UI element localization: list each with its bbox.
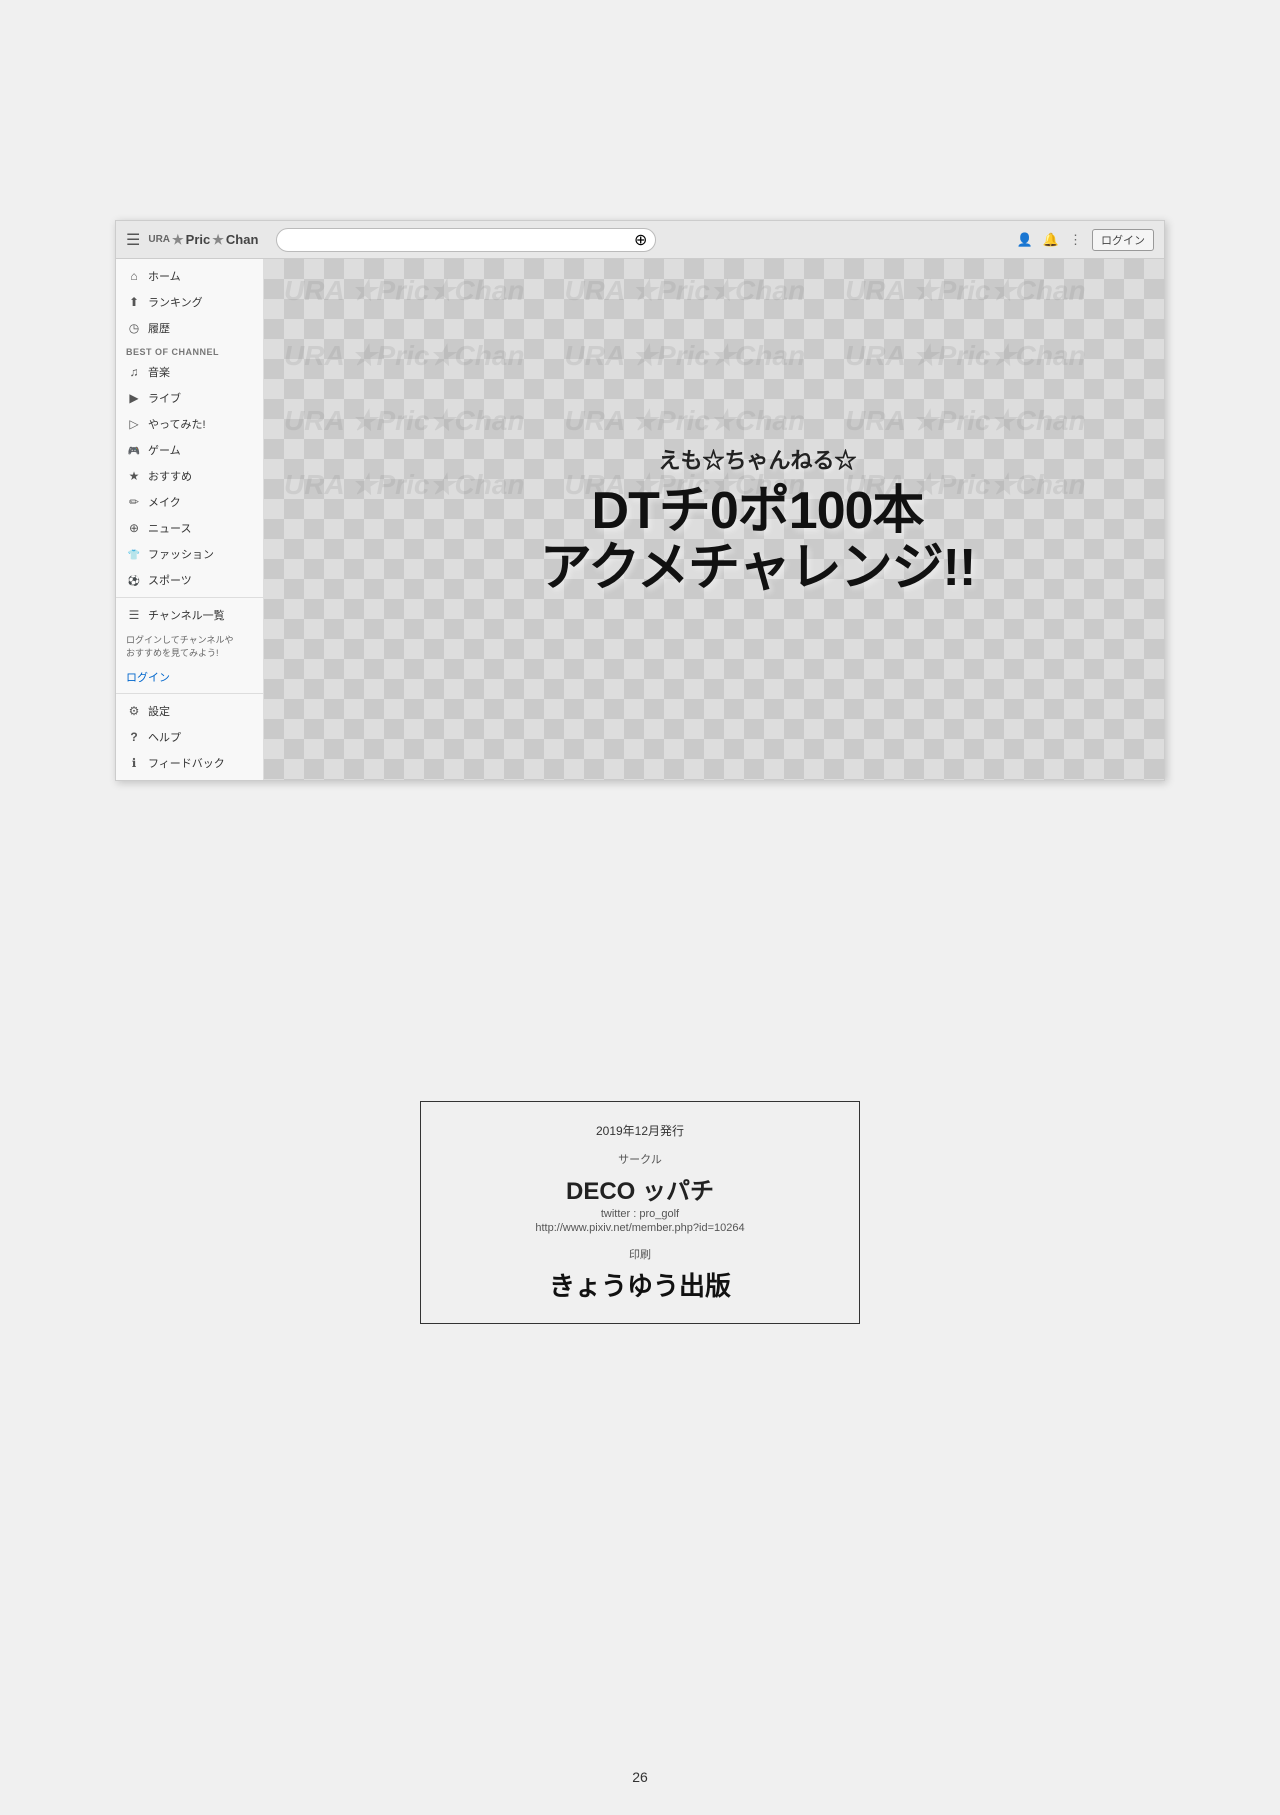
colophon-circle-label: サークル bbox=[461, 1151, 819, 1167]
sidebar-label-sports: スポーツ bbox=[148, 572, 192, 588]
sidebar-item-settings[interactable]: 設定 bbox=[116, 698, 263, 724]
colophon-twitter: twitter : pro_golf bbox=[461, 1208, 819, 1220]
colophon-box: 2019年12月発行 サークル DECO ッパチ twitter : pro_g… bbox=[420, 1101, 860, 1324]
sidebar-item-game[interactable]: ゲーム bbox=[116, 437, 263, 463]
sidebar-item-feedback[interactable]: フィードバック bbox=[116, 750, 263, 776]
gear-icon bbox=[126, 704, 142, 718]
history-icon bbox=[126, 321, 142, 335]
colophon-wrapper: 2019年12月発行 サークル DECO ッパチ twitter : pro_g… bbox=[420, 1101, 860, 1324]
sidebar-label-history: 履歴 bbox=[148, 320, 170, 336]
sidebar-item-music[interactable]: 音楽 bbox=[116, 359, 263, 385]
page-number: 26 bbox=[632, 1769, 648, 1785]
sidebar-divider-1 bbox=[116, 597, 263, 598]
sidebar-section-best-of-channel: BEST OF CHANNEL bbox=[116, 341, 263, 359]
main-content: URA ★Pric★Chan URA ★Pric★Chan URA ★Pric★… bbox=[264, 259, 1164, 780]
live-icon bbox=[126, 391, 142, 405]
site-logo: URA ★ Pric ★ Chan bbox=[148, 232, 258, 248]
sidebar-item-news[interactable]: ニュース bbox=[116, 515, 263, 541]
list-icon bbox=[126, 608, 142, 622]
sidebar-label-live: ライブ bbox=[148, 390, 181, 406]
search-icon: ⊕ bbox=[634, 230, 647, 250]
sidebar-label-music: 音楽 bbox=[148, 364, 170, 380]
info-icon bbox=[126, 756, 142, 770]
top-space bbox=[0, 0, 1280, 220]
sidebar-item-make[interactable]: メイク bbox=[116, 489, 263, 515]
sidebar-item-sports[interactable]: スポーツ bbox=[116, 567, 263, 593]
sidebar-divider-2 bbox=[116, 693, 263, 694]
sidebar-item-ranking[interactable]: ランキング bbox=[116, 289, 263, 315]
star-icon bbox=[126, 469, 142, 483]
sidebar-item-live[interactable]: ライブ bbox=[116, 385, 263, 411]
search-input[interactable] bbox=[285, 234, 634, 246]
brush-icon bbox=[126, 495, 142, 509]
sidebar-promo: ログインしてチャンネルや おすすめを見てみよう! bbox=[116, 628, 263, 665]
sports-icon bbox=[126, 573, 142, 587]
sidebar-label-channel-list: チャンネル一覧 bbox=[148, 607, 225, 623]
logo-star1: ★ bbox=[172, 232, 184, 248]
sidebar-label-help: ヘルプ bbox=[148, 729, 181, 745]
more-options-icon[interactable]: ⋮ bbox=[1069, 232, 1082, 248]
browser-body: ホーム ランキング 履歴 BEST OF CHANNEL 音楽 bbox=[116, 259, 1164, 780]
sidebar-label-ranking: ランキング bbox=[148, 294, 203, 310]
sidebar-label-fashion: ファッション bbox=[148, 546, 214, 562]
bottom-space bbox=[0, 781, 1280, 1061]
sidebar: ホーム ランキング 履歴 BEST OF CHANNEL 音楽 bbox=[116, 259, 264, 780]
play-icon bbox=[126, 417, 142, 431]
colophon-circle-name: DECO ッパチ bbox=[461, 1171, 819, 1206]
music-icon bbox=[126, 365, 142, 379]
ranking-icon bbox=[126, 295, 142, 309]
sidebar-label-settings: 設定 bbox=[148, 703, 170, 719]
sidebar-label-home: ホーム bbox=[148, 268, 181, 284]
logo-main: Pric bbox=[186, 232, 211, 247]
checkerboard-background bbox=[264, 259, 1164, 780]
login-button[interactable]: ログイン bbox=[1092, 229, 1154, 251]
home-icon bbox=[126, 269, 142, 283]
sidebar-item-fashion[interactable]: ファッション bbox=[116, 541, 263, 567]
page: ☰ URA ★ Pric ★ Chan ⊕ 👤 🔔 ⋮ ログイン bbox=[0, 0, 1280, 1815]
sidebar-item-yattemita[interactable]: やってみた! bbox=[116, 411, 263, 437]
colophon-print-name: きょうゆう出版 bbox=[461, 1266, 819, 1303]
browser-toolbar: ☰ URA ★ Pric ★ Chan ⊕ 👤 🔔 ⋮ ログイン bbox=[116, 221, 1164, 259]
game-icon bbox=[126, 443, 142, 457]
user-icon[interactable]: 👤 bbox=[1017, 232, 1033, 248]
sidebar-item-help[interactable]: ヘルプ bbox=[116, 724, 263, 750]
logo-prefix: URA bbox=[148, 234, 170, 245]
sidebar-item-history[interactable]: 履歴 bbox=[116, 315, 263, 341]
sidebar-label-osusume: おすすめ bbox=[148, 468, 192, 484]
sidebar-item-home[interactable]: ホーム bbox=[116, 263, 263, 289]
sidebar-login-link[interactable]: ログイン bbox=[116, 665, 263, 689]
hamburger-icon[interactable]: ☰ bbox=[126, 230, 140, 250]
help-icon bbox=[126, 730, 142, 744]
sidebar-item-channel-list[interactable]: チャンネル一覧 bbox=[116, 602, 263, 628]
colophon-publish-date: 2019年12月発行 bbox=[461, 1122, 819, 1139]
sidebar-item-osusume[interactable]: おすすめ bbox=[116, 463, 263, 489]
colophon-print-label: 印刷 bbox=[461, 1246, 819, 1262]
logo-star2: ★ bbox=[212, 232, 224, 248]
logo-suffix: Chan bbox=[226, 232, 259, 247]
sidebar-label-game: ゲーム bbox=[148, 442, 181, 458]
sidebar-label-yattemita: やってみた! bbox=[148, 416, 206, 432]
sidebar-label-news: ニュース bbox=[148, 520, 191, 536]
search-bar[interactable]: ⊕ bbox=[276, 228, 656, 252]
globe-icon bbox=[126, 521, 142, 535]
bell-icon[interactable]: 🔔 bbox=[1043, 232, 1059, 248]
sidebar-label-make: メイク bbox=[148, 494, 181, 510]
browser-right-controls: 👤 🔔 ⋮ ログイン bbox=[1017, 229, 1154, 251]
browser-container: ☰ URA ★ Pric ★ Chan ⊕ 👤 🔔 ⋮ ログイン bbox=[115, 220, 1165, 781]
sidebar-label-feedback: フィードバック bbox=[148, 755, 225, 771]
shirt-icon bbox=[126, 547, 142, 561]
colophon-url: http://www.pixiv.net/member.php?id=10264 bbox=[461, 1222, 819, 1234]
